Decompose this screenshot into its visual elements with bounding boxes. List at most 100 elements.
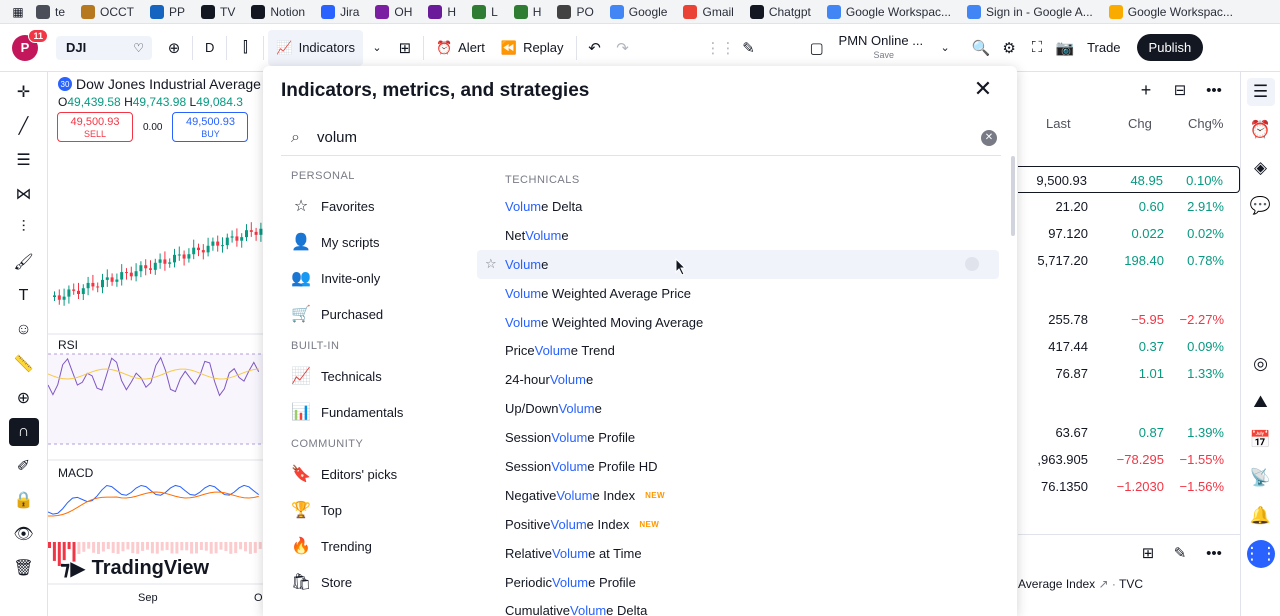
watchlist-row[interactable]: 63.67 0.87 1.39% bbox=[1018, 419, 1240, 446]
plus-icon[interactable]: + bbox=[1132, 76, 1160, 104]
watchlist-row[interactable]: 5,717.20 198.40 0.78% bbox=[1018, 247, 1240, 274]
trend-line-icon[interactable]: ╱ bbox=[9, 112, 39, 140]
undo-icon[interactable]: ↶ bbox=[581, 34, 609, 62]
category-item[interactable]: 📈 Technicals bbox=[281, 358, 471, 394]
drag-handle-icon[interactable]: ⋮⋮ bbox=[706, 34, 736, 62]
result-item[interactable]: Session Volum e Profile HD bbox=[477, 452, 999, 481]
columns-icon[interactable]: ⊟ bbox=[1166, 76, 1194, 104]
broadcast-icon[interactable]: 📡 bbox=[1247, 464, 1275, 492]
publish-button[interactable]: Publish bbox=[1136, 34, 1204, 61]
apps-grid-icon[interactable]: ▦ bbox=[8, 0, 28, 23]
bookmark-item[interactable]: Notion bbox=[243, 0, 313, 23]
bookmark-item[interactable]: Jira bbox=[313, 0, 367, 23]
bookmark-item[interactable]: OH bbox=[367, 0, 420, 23]
zoom-in-icon[interactable]: ⊕ bbox=[9, 384, 39, 412]
result-item[interactable]: Volum e Delta bbox=[477, 192, 999, 221]
target-icon[interactable]: ◎ bbox=[1247, 350, 1275, 378]
watchlist-row[interactable]: 76.1350 −1.2030 −1.56% bbox=[1018, 473, 1240, 500]
ideas-icon[interactable]: ⛰ bbox=[1247, 388, 1275, 416]
bookmark-item[interactable]: Chatgpt bbox=[742, 0, 819, 23]
search-icon[interactable]: 🔍 bbox=[967, 34, 995, 62]
result-item[interactable]: Up/Down Volum e bbox=[477, 394, 999, 423]
bookmark-item[interactable]: Google Workspac... bbox=[819, 0, 959, 23]
layers-icon[interactable]: ◈ bbox=[1247, 154, 1275, 182]
crosshair-icon[interactable]: ✛ bbox=[9, 78, 39, 106]
result-item[interactable]: Session Volum e Profile bbox=[477, 423, 999, 452]
close-icon[interactable]: ✕ bbox=[971, 78, 995, 102]
external-link-icon[interactable]: ↗ bbox=[1099, 577, 1109, 591]
trash-icon[interactable]: 🗑 bbox=[9, 554, 39, 582]
result-item[interactable]: Volum e Weighted Average Price bbox=[477, 279, 999, 308]
watchlist-icon[interactable]: ☰ bbox=[1246, 78, 1275, 106]
camera-icon[interactable]: 📷 bbox=[1051, 34, 1079, 62]
result-item[interactable]: 24-hour Volum e bbox=[477, 365, 999, 394]
heart-icon[interactable]: ♡ bbox=[133, 41, 144, 55]
layout-menu[interactable]: PMN Online ... Save bbox=[831, 24, 932, 72]
result-item[interactable]: ☆ Volum e bbox=[477, 249, 999, 279]
bookmark-item[interactable]: OCCT bbox=[73, 0, 142, 23]
symbol-search[interactable]: DJI ♡ bbox=[56, 35, 152, 60]
bookmark-item[interactable]: H bbox=[420, 0, 464, 23]
result-item[interactable]: Net Volum e bbox=[477, 221, 999, 250]
category-item[interactable]: 🔥 Trending bbox=[281, 528, 471, 564]
lock-draw-icon[interactable]: ✐ bbox=[9, 452, 39, 480]
watchlist-row[interactable]: ,963.905 −78.295 −1.55% bbox=[1018, 446, 1240, 473]
watchlist-row[interactable]: 76.87 1.01 1.33% bbox=[1018, 360, 1240, 387]
category-item[interactable]: 👥 Invite-only bbox=[281, 260, 471, 296]
bookmark-item[interactable]: Gmail bbox=[675, 0, 741, 23]
category-item[interactable]: 👤 My scripts bbox=[281, 224, 471, 260]
result-item[interactable]: Positive Volum e Index NEW bbox=[477, 510, 999, 539]
watchlist-row[interactable]: 97.120 0.022 0.02% bbox=[1018, 220, 1240, 247]
result-item[interactable]: Relative Volum e at Time bbox=[477, 539, 999, 568]
text-icon[interactable]: T bbox=[9, 282, 39, 310]
bookmark-item[interactable]: PP bbox=[142, 0, 193, 23]
forecast-icon[interactable]: ⫶ bbox=[9, 214, 39, 242]
ruler-icon[interactable]: 📏 bbox=[9, 350, 39, 378]
chevron-down-icon[interactable]: ⌄ bbox=[931, 34, 959, 62]
category-item[interactable]: 🛒 Purchased bbox=[281, 296, 471, 332]
bookmark-item[interactable]: Sign in - Google A... bbox=[959, 0, 1101, 23]
result-item[interactable]: Cumulative Volum e Delta bbox=[477, 596, 999, 616]
bookmark-item[interactable]: Google bbox=[602, 0, 676, 23]
bookmark-item[interactable]: PO bbox=[549, 0, 601, 23]
templates-icon[interactable]: ⊞ bbox=[391, 34, 419, 62]
watchlist-row[interactable]: 255.78 −5.95 −2.27% bbox=[1018, 306, 1240, 333]
watchlist-row[interactable]: 417.44 0.37 0.09% bbox=[1018, 333, 1240, 360]
result-item[interactable]: Volum e Weighted Moving Average bbox=[477, 308, 999, 337]
apps-icon[interactable]: ⋮⋮ bbox=[1244, 540, 1278, 568]
more-icon[interactable]: ••• bbox=[1200, 76, 1228, 104]
bookmark-item[interactable]: te bbox=[28, 0, 73, 23]
star-icon[interactable]: ☆ bbox=[485, 256, 497, 272]
scrollbar[interactable] bbox=[1011, 156, 1015, 236]
category-item[interactable]: 📊 Fundamentals bbox=[281, 394, 471, 430]
pattern-icon[interactable]: ⋈ bbox=[9, 180, 39, 208]
magnet-icon[interactable]: ∩ bbox=[8, 418, 39, 446]
redo-icon[interactable]: ↷ bbox=[609, 34, 637, 62]
category-item[interactable]: 🔖 Editors' picks bbox=[281, 456, 471, 492]
pen-icon[interactable]: ✎ bbox=[735, 34, 763, 62]
brush-icon[interactable]: 🖌 bbox=[9, 248, 39, 276]
trade-button[interactable]: Trade bbox=[1079, 24, 1128, 72]
emoji-icon[interactable]: ☺ bbox=[9, 316, 39, 344]
watchlist-row[interactable]: 9,500.93 48.95 0.10% bbox=[1018, 166, 1240, 193]
result-item[interactable]: Price Volum e Trend bbox=[477, 336, 999, 365]
candles-icon[interactable]: ⫿ bbox=[231, 34, 259, 62]
category-item[interactable]: 🛍 Store bbox=[281, 564, 471, 600]
replay-button[interactable]: ⏪ Replay bbox=[493, 24, 572, 72]
interval-button[interactable]: D bbox=[197, 24, 222, 72]
alarm-clock-icon[interactable]: ⏰ bbox=[1247, 116, 1275, 144]
fib-icon[interactable]: ☰ bbox=[9, 146, 39, 174]
search-input[interactable] bbox=[309, 129, 981, 146]
result-item[interactable]: Periodic Volum e Profile bbox=[477, 568, 999, 597]
bookmark-item[interactable]: Google Workspac... bbox=[1101, 0, 1241, 23]
compare-add-icon[interactable]: ⊕ bbox=[160, 34, 188, 62]
bell-icon[interactable]: 🔔 bbox=[1247, 502, 1275, 530]
category-item[interactable]: ☆ Favorites bbox=[281, 188, 471, 224]
lock-icon[interactable]: 🔒 bbox=[9, 486, 39, 514]
watchlist-row[interactable]: 21.20 0.60 2.91% bbox=[1018, 193, 1240, 220]
category-item[interactable]: 🏆 Top bbox=[281, 492, 471, 528]
calendar-icon[interactable]: 📅 bbox=[1247, 426, 1275, 454]
fullscreen-icon[interactable]: ⛶ bbox=[1023, 34, 1051, 62]
result-item[interactable]: Negative Volum e Index NEW bbox=[477, 481, 999, 510]
chart-area[interactable]: 30 Dow Jones Industrial Average O49,439.… bbox=[48, 72, 263, 616]
